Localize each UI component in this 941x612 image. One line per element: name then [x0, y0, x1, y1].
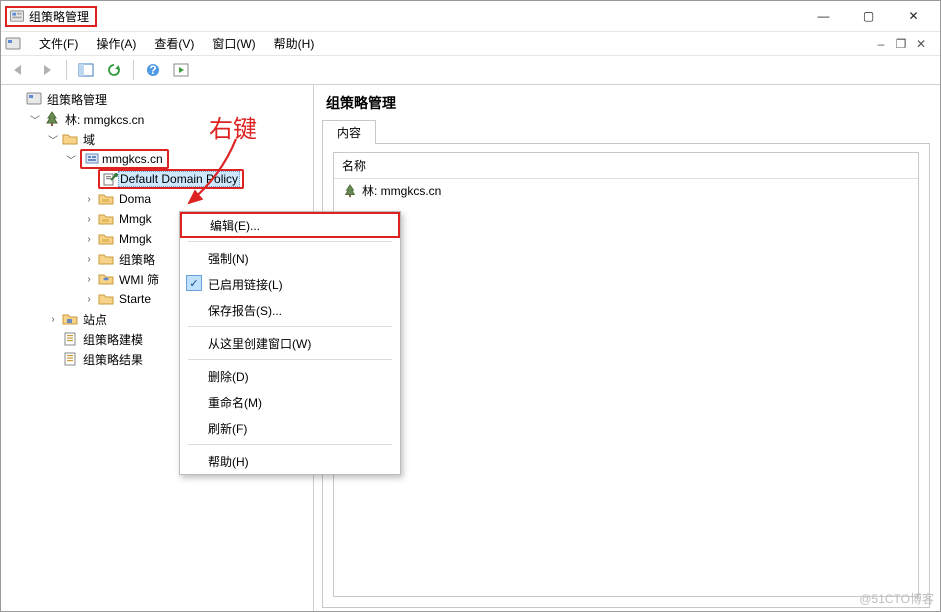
- titlebar: 组策略管理 — ▢ ✕: [1, 1, 940, 31]
- domain-highlight: mmgkcs.cn: [80, 149, 169, 169]
- folder-icon: [62, 131, 78, 147]
- tree-domains-label: 域: [81, 130, 97, 149]
- menubar: 文件(F) 操作(A) 查看(V) 窗口(W) 帮助(H) – ❐ ✕: [1, 31, 940, 55]
- chevron-right-icon[interactable]: ›: [47, 314, 59, 325]
- app-window: 组策略管理 — ▢ ✕ 文件(F) 操作(A) 查看(V) 窗口(W) 帮助(H…: [0, 0, 941, 612]
- column-name[interactable]: 名称: [334, 153, 918, 179]
- mdi-controls: – ❐ ✕: [872, 36, 936, 52]
- mdi-minimize-button[interactable]: –: [872, 36, 890, 52]
- menu-view[interactable]: 查看(V): [146, 33, 202, 54]
- show-hide-tree-button[interactable]: [74, 58, 98, 82]
- content-title: 组策略管理: [322, 91, 930, 117]
- menubar-items: 文件(F) 操作(A) 查看(V) 窗口(W) 帮助(H): [27, 33, 322, 54]
- cm-enforce[interactable]: 强制(N): [180, 245, 400, 271]
- tree-domain-label: mmgkcs.cn: [100, 151, 165, 167]
- cm-rename[interactable]: 重命名(M): [180, 389, 400, 415]
- chevron-right-icon[interactable]: ›: [83, 214, 95, 225]
- chevron-down-icon[interactable]: ﹀: [29, 112, 41, 127]
- ou-icon: [98, 211, 114, 227]
- report-icon: [62, 331, 78, 347]
- tree-forest-row[interactable]: ﹀ 林: mmgkcs.cn: [29, 109, 313, 129]
- chevron-down-icon[interactable]: ﹀: [47, 132, 59, 147]
- cm-sep: [188, 444, 392, 445]
- ou-icon: [98, 231, 114, 247]
- forest-icon: [44, 111, 60, 127]
- tree-sites-label: 站点: [81, 310, 109, 329]
- list-row-label: 林: mmgkcs.cn: [362, 182, 441, 199]
- toolbar: ?: [1, 55, 940, 85]
- cm-delete[interactable]: 删除(D): [180, 363, 400, 389]
- refresh-button[interactable]: [102, 58, 126, 82]
- tree-gpresult-label: 组策略结果: [81, 350, 145, 369]
- mdi-restore-button[interactable]: ❐: [892, 36, 910, 52]
- tree-root-label: 组策略管理: [45, 90, 109, 109]
- chevron-right-icon[interactable]: ›: [83, 234, 95, 245]
- check-icon: ✓: [186, 275, 202, 291]
- chevron-right-icon[interactable]: ›: [83, 294, 95, 305]
- content-panel: 名称 林: mmgkcs.cn: [322, 144, 930, 608]
- menu-window[interactable]: 窗口(W): [204, 33, 263, 54]
- tree-ou-label: Doma: [117, 191, 153, 207]
- chevron-right-icon[interactable]: ›: [83, 194, 95, 205]
- tree-wmi-label: WMI 筛: [117, 270, 161, 289]
- cm-help[interactable]: 帮助(H): [180, 448, 400, 474]
- toolbar-sep-1: [66, 60, 67, 80]
- wmi-icon: [98, 271, 114, 287]
- forest-icon: [342, 184, 358, 198]
- cm-refresh[interactable]: 刷新(F): [180, 415, 400, 441]
- annotation-arrow: [171, 131, 251, 221]
- menu-help[interactable]: 帮助(H): [266, 33, 323, 54]
- maximize-button[interactable]: ▢: [846, 2, 891, 30]
- cm-save-report[interactable]: 保存报告(S)...: [180, 297, 400, 323]
- help-button[interactable]: ?: [141, 58, 165, 82]
- toolbar-sep-2: [133, 60, 134, 80]
- cm-edit[interactable]: 编辑(E)...: [180, 212, 400, 238]
- tree-ou-label: Mmgk: [117, 211, 154, 227]
- tree-forest-label: 林: mmgkcs.cn: [63, 110, 146, 129]
- tree-gpmodel-label: 组策略建模: [81, 330, 145, 349]
- menu-action[interactable]: 操作(A): [88, 33, 144, 54]
- tree-starter-label: Starte: [117, 291, 153, 307]
- list-row[interactable]: 林: mmgkcs.cn: [334, 179, 918, 202]
- tree-folder-label: 组策略: [117, 250, 157, 269]
- cm-new-window[interactable]: 从这里创建窗口(W): [180, 330, 400, 356]
- action-pane-button[interactable]: [169, 58, 193, 82]
- gpo-link-icon: [102, 171, 118, 187]
- tab-content[interactable]: 内容: [322, 120, 376, 144]
- folder-icon: [98, 251, 114, 267]
- domain-icon: [84, 151, 100, 167]
- report-icon: [62, 351, 78, 367]
- sites-icon: [62, 311, 78, 327]
- cm-sep: [188, 326, 392, 327]
- cm-sep: [188, 241, 392, 242]
- context-menu: 编辑(E)... 强制(N) ✓ 已启用链接(L) 保存报告(S)... 从这里…: [179, 211, 401, 475]
- cm-link-enabled[interactable]: ✓ 已启用链接(L): [180, 271, 400, 297]
- chevron-right-icon[interactable]: ›: [83, 274, 95, 285]
- mdi-app-icon: [5, 36, 21, 52]
- tree-ou-label: Mmgk: [117, 231, 154, 247]
- menu-file[interactable]: 文件(F): [31, 33, 86, 54]
- nav-forward-button[interactable]: [35, 58, 59, 82]
- watermark: @51CTO博客: [859, 590, 934, 607]
- list-box[interactable]: 名称 林: mmgkcs.cn: [333, 152, 919, 597]
- mdi-close-button[interactable]: ✕: [912, 36, 930, 52]
- chevron-down-icon[interactable]: ﹀: [65, 152, 77, 167]
- app-icon: [26, 91, 42, 107]
- app-icon: [9, 9, 25, 24]
- nav-back-button[interactable]: [7, 58, 31, 82]
- content-pane: 组策略管理 内容 名称 林: mmgkcs.cn: [314, 85, 940, 611]
- body-split: ▶ 组策略管理 ﹀ 林: mmgkcs.cn: [1, 85, 940, 611]
- title-highlight: 组策略管理: [5, 6, 97, 27]
- ou-icon: [98, 191, 114, 207]
- tree-root-row[interactable]: ▶ 组策略管理: [11, 89, 313, 109]
- chevron-right-icon[interactable]: ›: [83, 254, 95, 265]
- window-title: 组策略管理: [29, 8, 89, 25]
- folder-icon: [98, 291, 114, 307]
- cm-sep: [188, 359, 392, 360]
- minimize-button[interactable]: —: [801, 2, 846, 30]
- svg-text:?: ?: [149, 63, 156, 77]
- close-button[interactable]: ✕: [891, 2, 936, 30]
- tabstrip: 内容: [322, 119, 930, 144]
